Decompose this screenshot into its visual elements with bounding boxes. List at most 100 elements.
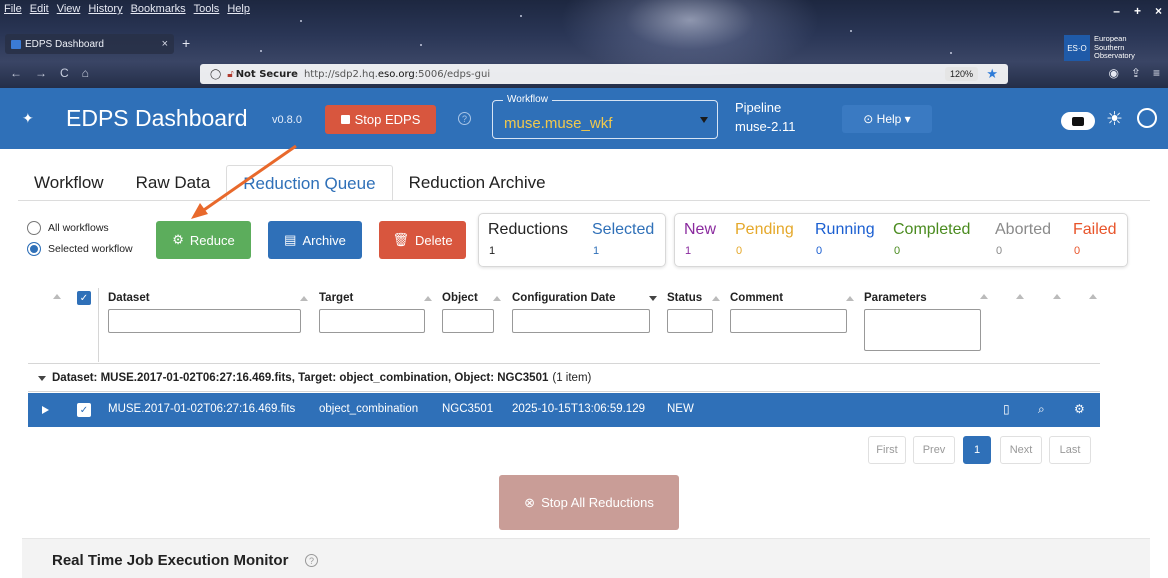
- delete-button[interactable]: 🗑︎ Delete: [379, 221, 466, 259]
- group-row[interactable]: Dataset: MUSE.2017-01-02T06:27:16.469.fi…: [28, 366, 1100, 392]
- help-question-icon[interactable]: ?: [305, 554, 318, 567]
- close-tab-icon[interactable]: ×: [162, 38, 168, 50]
- radio-all-workflows[interactable]: [27, 221, 41, 235]
- stop-circle-icon: ⊗: [524, 494, 536, 510]
- sort-asc-icon[interactable]: [53, 294, 61, 299]
- extensions-icon[interactable]: ⇪: [1131, 66, 1141, 80]
- star-dot: [420, 44, 422, 46]
- home-icon[interactable]: ⌂: [82, 66, 89, 80]
- reload-icon[interactable]: C: [60, 66, 69, 80]
- selected-count: 1: [593, 245, 600, 257]
- tab-reduction-queue[interactable]: Reduction Queue: [226, 165, 393, 201]
- maximize-button[interactable]: +: [1134, 4, 1141, 18]
- column-header-dataset[interactable]: Dataset: [108, 292, 150, 304]
- new-label: New: [684, 221, 717, 238]
- table-row[interactable]: ✓ MUSE.2017-01-02T06:27:16.469.fits obje…: [28, 393, 1100, 427]
- column-header-status[interactable]: Status: [667, 292, 702, 304]
- stop-edps-label: Stop EDPS: [354, 112, 421, 127]
- workflow-select[interactable]: Workflow muse.muse_wkf: [492, 94, 718, 139]
- pagination-last[interactable]: Last: [1049, 436, 1091, 464]
- column-header-comment[interactable]: Comment: [730, 292, 783, 304]
- menu-bar: File Edit View History Bookmarks Tools H…: [4, 3, 250, 19]
- menu-history[interactable]: History: [88, 3, 122, 19]
- sort-asc-icon[interactable]: [1089, 294, 1097, 299]
- pagination-first[interactable]: First: [868, 436, 906, 464]
- eso-app-logo-icon: ✦: [22, 110, 34, 126]
- sort-asc-icon[interactable]: [712, 296, 720, 301]
- search-icon[interactable]: ⌕: [1038, 402, 1045, 417]
- config-date-filter-input[interactable]: [512, 309, 650, 333]
- menu-edit[interactable]: Edit: [30, 3, 49, 19]
- menu-file[interactable]: File: [4, 3, 22, 19]
- radio-selected-workflow[interactable]: [27, 242, 41, 256]
- target-filter-input[interactable]: [319, 309, 425, 333]
- status-filter-input[interactable]: [667, 309, 713, 333]
- gear-icon[interactable]: ⚙: [1074, 402, 1085, 416]
- insecure-lock-icon[interactable]: 🔓︎: [227, 69, 233, 80]
- document-icon[interactable]: ▯: [1003, 402, 1010, 416]
- dataset-filter-input[interactable]: [108, 309, 301, 333]
- theme-toggle[interactable]: [1061, 112, 1095, 130]
- not-secure-label: Not Secure: [235, 68, 298, 80]
- close-window-button[interactable]: ×: [1155, 4, 1162, 18]
- object-filter-input[interactable]: [442, 309, 494, 333]
- comment-filter-input[interactable]: [730, 309, 847, 333]
- sort-asc-icon[interactable]: [493, 296, 501, 301]
- sort-asc-icon[interactable]: [846, 296, 854, 301]
- menu-tools[interactable]: Tools: [194, 3, 220, 19]
- zoom-badge[interactable]: 120%: [944, 67, 978, 81]
- sort-asc-icon[interactable]: [424, 296, 432, 301]
- reduce-button[interactable]: ⚙ Reduce: [156, 221, 251, 259]
- group-count: (1 item): [552, 372, 592, 384]
- failed-count: 0: [1074, 245, 1081, 257]
- account-icon[interactable]: ◉: [1108, 66, 1118, 80]
- minimize-button[interactable]: –: [1113, 4, 1120, 18]
- stop-all-reductions-button[interactable]: ⊗ Stop All Reductions: [499, 475, 679, 530]
- column-header-object[interactable]: Object: [442, 292, 478, 304]
- sort-asc-icon[interactable]: [1016, 294, 1024, 299]
- column-header-target[interactable]: Target: [319, 292, 353, 304]
- shield-icon[interactable]: ◯: [210, 69, 221, 80]
- pagination-page[interactable]: 1: [963, 436, 991, 464]
- tab-raw-data[interactable]: Raw Data: [120, 165, 227, 201]
- url-text[interactable]: http://sdp2.hq.eso.org:5006/edps-gui: [304, 69, 490, 80]
- pagination-next[interactable]: Next: [1000, 436, 1042, 464]
- column-header-parameters[interactable]: Parameters: [864, 292, 927, 304]
- back-icon[interactable]: ←: [10, 66, 22, 80]
- sort-asc-icon[interactable]: [300, 296, 308, 301]
- cell-target: object_combination: [319, 403, 419, 415]
- sort-desc-icon[interactable]: [649, 296, 657, 301]
- stop-edps-button[interactable]: Stop EDPS: [325, 105, 436, 134]
- url-prefix: http://sdp2.hq.: [303, 68, 378, 80]
- row-checkbox[interactable]: ✓: [77, 403, 91, 417]
- aborted-label: Aborted: [995, 221, 1052, 238]
- help-menu-button[interactable]: ⊙ Help ▾: [842, 105, 932, 133]
- sun-icon[interactable]: ☀: [1106, 108, 1123, 131]
- help-question-icon[interactable]: ?: [458, 112, 471, 125]
- sort-asc-icon[interactable]: [1053, 294, 1061, 299]
- new-tab-button[interactable]: +: [182, 35, 190, 51]
- archive-button[interactable]: ▤ Archive: [268, 221, 362, 259]
- delete-label: Delete: [414, 232, 453, 248]
- menu-bookmarks[interactable]: Bookmarks: [131, 3, 186, 19]
- tab-workflow[interactable]: Workflow: [18, 165, 120, 201]
- menu-help[interactable]: Help: [227, 3, 250, 19]
- radio-selected-workflow-label[interactable]: Selected workflow: [48, 243, 133, 255]
- hamburger-menu-icon[interactable]: ≡: [1153, 66, 1160, 80]
- select-all-checkbox[interactable]: ✓: [77, 291, 91, 305]
- menu-view[interactable]: View: [57, 3, 81, 19]
- browser-tab[interactable]: EDPS Dashboard ×: [5, 34, 174, 54]
- column-header-config-date[interactable]: Configuration Date: [512, 292, 616, 304]
- pagination-prev[interactable]: Prev: [913, 436, 955, 464]
- tab-reduction-archive[interactable]: Reduction Archive: [393, 165, 562, 201]
- bookmark-star-icon[interactable]: ★: [986, 66, 998, 82]
- sort-asc-icon[interactable]: [980, 294, 988, 299]
- toggle-knob: [1072, 117, 1084, 126]
- radio-all-workflows-label[interactable]: All workflows: [48, 222, 109, 234]
- collapse-arrow-icon[interactable]: [38, 376, 46, 381]
- expand-row-icon[interactable]: [42, 406, 49, 414]
- url-bar[interactable]: ◯ 🔓︎ Not Secure http://sdp2.hq.eso.org:5…: [200, 64, 1008, 84]
- forward-icon[interactable]: →: [35, 66, 47, 80]
- parameters-filter-input[interactable]: [864, 309, 981, 351]
- moon-icon[interactable]: [1137, 108, 1157, 128]
